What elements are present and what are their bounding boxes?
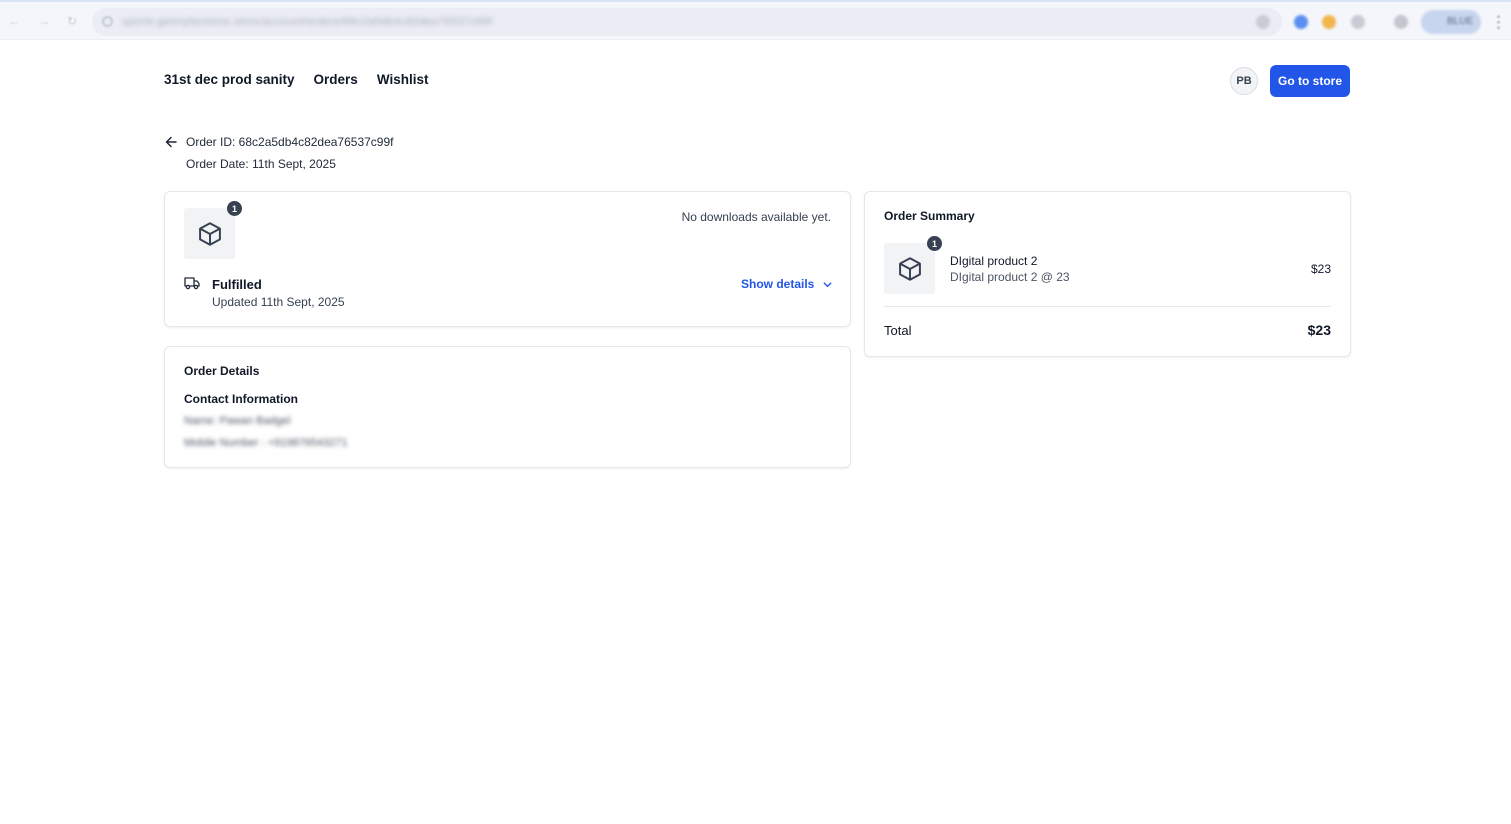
bookmark-star-icon[interactable] bbox=[1256, 15, 1270, 29]
product-quantity-price: DIgital product 2 @ 23 bbox=[950, 270, 1070, 284]
browser-menu-icon[interactable] bbox=[1497, 14, 1500, 30]
status-updated-date: Updated 11th Sept, 2025 bbox=[212, 295, 345, 309]
extension-icon[interactable] bbox=[1322, 15, 1336, 29]
order-summary-card: Order Summary 1 DIgital product 2 DIgita… bbox=[864, 191, 1351, 357]
extension-icon[interactable] bbox=[1294, 15, 1308, 29]
item-count-badge: 1 bbox=[927, 236, 942, 251]
store-name-link[interactable]: 31st dec prod sanity bbox=[164, 72, 295, 87]
site-info-icon[interactable] bbox=[102, 16, 113, 27]
back-arrow-icon[interactable] bbox=[164, 135, 178, 149]
nav-wishlist-link[interactable]: Wishlist bbox=[377, 72, 429, 87]
downloads-status-text: No downloads available yet. bbox=[681, 210, 831, 224]
total-value: $23 bbox=[1307, 322, 1331, 338]
show-details-label: Show details bbox=[741, 277, 815, 291]
show-details-button[interactable]: Show details bbox=[741, 277, 833, 291]
product-thumbnail bbox=[884, 243, 935, 294]
order-details-title: Order Details bbox=[184, 364, 260, 378]
order-id: Order ID: 68c2a5db4c82dea76537c99f bbox=[186, 135, 394, 149]
total-label: Total bbox=[884, 323, 912, 338]
contact-name: Name: Pawan Badgel bbox=[184, 415, 291, 427]
extensions-puzzle-icon[interactable] bbox=[1351, 15, 1365, 29]
order-summary-title: Order Summary bbox=[884, 209, 975, 223]
product-name: DIgital product 2 bbox=[950, 254, 1038, 268]
fulfillment-card: 1 No downloads available yet. Fulfilled … bbox=[164, 191, 851, 327]
address-bar[interactable]: sports.getmyfavstore.store/account/order… bbox=[92, 8, 1282, 36]
fulfillment-status: Fulfilled bbox=[212, 277, 262, 292]
reload-icon[interactable]: ↻ bbox=[66, 15, 78, 27]
address-bar-url: sports.getmyfavstore.store/account/order… bbox=[122, 16, 493, 28]
order-date: Order Date: 11th Sept, 2025 bbox=[186, 157, 336, 171]
order-details-card: Order Details Contact Information Name: … bbox=[164, 346, 851, 468]
browser-toolbar: ← → ↻ sports.getmyfavstore.store/account… bbox=[0, 0, 1511, 40]
package-icon bbox=[198, 221, 221, 246]
downloads-icon[interactable] bbox=[1394, 15, 1408, 29]
item-count-badge: 1 bbox=[227, 201, 242, 216]
product-price: $23 bbox=[1310, 262, 1331, 276]
contact-info-title: Contact Information bbox=[184, 392, 298, 406]
forward-nav-icon[interactable]: → bbox=[38, 15, 50, 27]
truck-icon bbox=[184, 277, 200, 290]
back-nav-icon[interactable]: ← bbox=[8, 15, 20, 27]
summary-divider bbox=[884, 306, 1331, 307]
nav-orders-link[interactable]: Orders bbox=[314, 72, 358, 87]
chevron-down-icon bbox=[823, 281, 832, 287]
contact-mobile: Mobile Number : +919876543271 bbox=[184, 437, 348, 449]
package-icon bbox=[898, 256, 921, 281]
user-avatar[interactable]: PB bbox=[1230, 67, 1258, 95]
product-thumbnail bbox=[184, 208, 235, 259]
site-nav: 31st dec prod sanity Orders Wishlist bbox=[164, 72, 428, 87]
profile-button[interactable]: BLUE bbox=[1421, 10, 1481, 34]
go-to-store-button[interactable]: Go to store bbox=[1270, 65, 1350, 97]
profile-label: BLUE bbox=[1447, 16, 1474, 27]
